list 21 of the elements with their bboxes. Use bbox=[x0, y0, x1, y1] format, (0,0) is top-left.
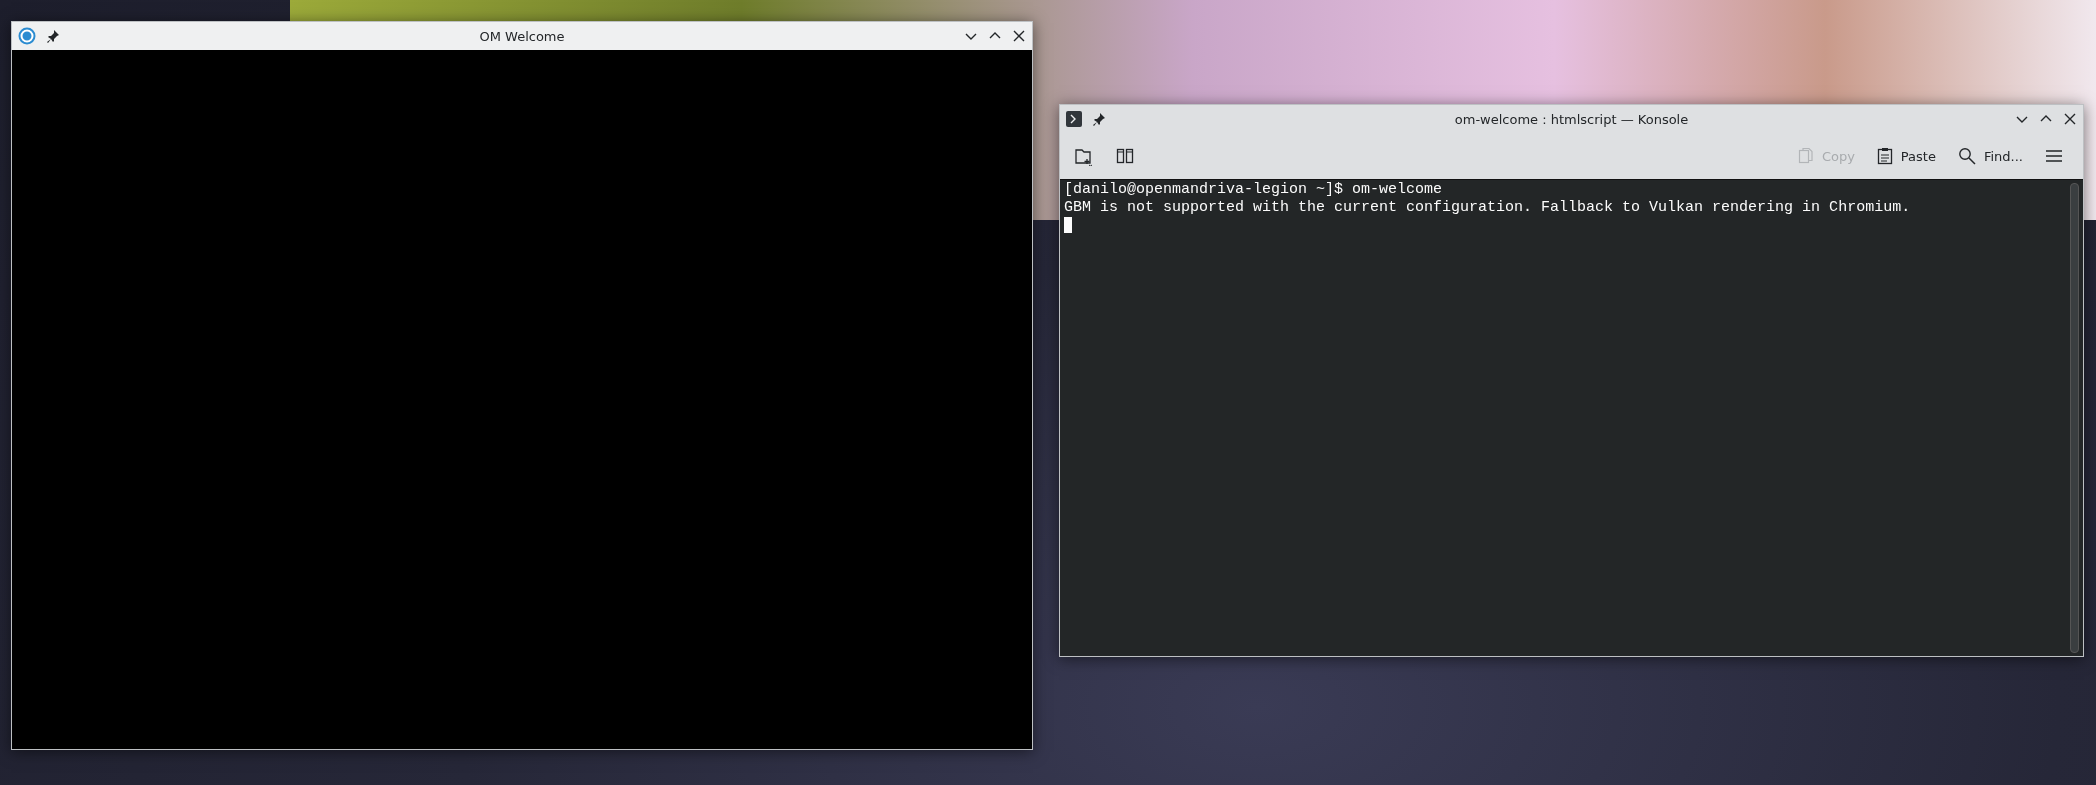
terminal-icon bbox=[1066, 111, 1082, 127]
copy-icon bbox=[1797, 147, 1814, 165]
terminal-line: GBM is not supported with the current configuration. Fallback to Vulkan rendering in Chromium. bbox=[1064, 198, 1912, 216]
text-cursor bbox=[1064, 217, 1072, 233]
terminal-area[interactable]: [danilo@openmandriva-legion ~]$ om-welcome GBM is not supported with the current configuration. Fallback to Vulkan rendering in Chromium. bbox=[1060, 179, 2083, 656]
close-icon[interactable] bbox=[2063, 112, 2077, 126]
clipboard-icon bbox=[1876, 147, 1893, 165]
menu-icon bbox=[2045, 148, 2063, 164]
new-tab-icon bbox=[1074, 146, 1094, 166]
scrollbar[interactable] bbox=[2070, 183, 2079, 653]
window-title: om-welcome : htmlscript — Konsole bbox=[1453, 111, 1690, 127]
pin-icon[interactable] bbox=[1092, 112, 1106, 126]
split-view-icon bbox=[1116, 147, 1134, 165]
search-icon bbox=[1957, 147, 1976, 165]
app-logo-icon bbox=[18, 27, 36, 45]
find-button[interactable]: Find... bbox=[1951, 142, 2029, 170]
window-title: OM Welcome bbox=[478, 28, 566, 44]
paste-button[interactable]: Paste bbox=[1870, 142, 1942, 170]
close-icon[interactable] bbox=[1012, 29, 1026, 43]
pin-icon[interactable] bbox=[46, 29, 60, 43]
terminal-line: [danilo@openmandriva-legion ~]$ om-welcome bbox=[1064, 181, 1444, 199]
